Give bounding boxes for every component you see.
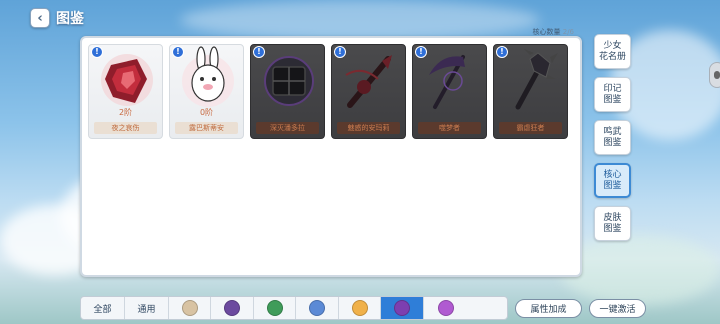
card-level: 0阶 — [199, 108, 214, 117]
back-button[interactable]: ‹ — [30, 8, 50, 28]
tab-sigil-codex[interactable]: 印记 图鉴 — [594, 77, 631, 112]
core-card[interactable]: ! 2阶 夜之哀伤 — [88, 44, 163, 139]
card-level: 2阶 — [118, 108, 133, 117]
tab-roster[interactable]: 少女 花名册 — [594, 34, 631, 69]
violet-star-icon — [224, 300, 240, 316]
core-card[interactable]: ! 深灭潘多拉 — [250, 44, 325, 139]
core-count-value: 2/6 — [562, 28, 574, 36]
filter-common[interactable]: 通用 — [125, 297, 169, 319]
purple-crest-icon — [394, 300, 410, 316]
sun-burst-icon — [351, 300, 368, 316]
alert-icon: ! — [253, 46, 265, 58]
core-card[interactable]: ! 0阶 露巴斯蒂安 — [169, 44, 244, 139]
card-name: 魅惑的安玛莉 — [337, 122, 400, 134]
alert-icon: ! — [496, 46, 508, 58]
alert-icon: ! — [172, 46, 184, 58]
card-name: 深灭潘多拉 — [256, 122, 319, 134]
filter-violet[interactable] — [211, 297, 254, 319]
alert-icon: ! — [415, 46, 427, 58]
card-name: 夜之哀伤 — [94, 122, 157, 134]
filter-leaf[interactable] — [254, 297, 296, 319]
core-card[interactable]: ! 霸虐狂者 — [493, 44, 568, 139]
card-name: 露巴斯蒂安 — [175, 122, 238, 134]
filter-orb[interactable] — [424, 297, 467, 319]
attribute-bonus-button[interactable]: 属性加成 — [515, 299, 582, 318]
moon-sigil-icon — [181, 300, 198, 316]
alert-icon: ! — [334, 46, 346, 58]
filter-bar: 全部 通用 — [80, 296, 508, 320]
collection-panel: ! 2阶 夜之哀伤 ! 0阶 露巴斯蒂安 ! 深灭潘多拉 ! 魅惑的安玛莉 ! … — [80, 36, 582, 277]
chevron-left-icon: ‹ — [37, 10, 43, 26]
filter-all[interactable]: 全部 — [81, 297, 125, 319]
filter-sun[interactable] — [339, 297, 381, 319]
side-drawer-handle[interactable] — [709, 62, 720, 88]
card-name: 霸虐狂者 — [499, 122, 562, 134]
magenta-orb-icon — [437, 300, 454, 316]
card-name: 噬梦者 — [418, 122, 481, 134]
filter-shield[interactable] — [296, 297, 339, 319]
shield-gem-icon — [309, 300, 325, 316]
tab-skin-codex[interactable]: 皮肤 图鉴 — [594, 206, 631, 241]
leaf-swirl-icon — [266, 300, 283, 316]
alert-icon: ! — [91, 46, 103, 58]
filter-moon[interactable] — [169, 297, 211, 319]
core-count-label: 核心数量 — [532, 28, 561, 36]
tab-weapon-codex[interactable]: 鸣武 图鉴 — [594, 120, 631, 155]
tab-core-codex[interactable]: 核心 图鉴 — [594, 163, 631, 198]
core-card[interactable]: ! 噬梦者 — [412, 44, 487, 139]
one-click-activate-button[interactable]: 一键激活 — [589, 299, 646, 318]
filter-crest[interactable] — [381, 297, 424, 319]
header: ‹ 图鉴 — [30, 8, 84, 28]
page-title: 图鉴 — [56, 11, 84, 27]
core-card[interactable]: ! 魅惑的安玛莉 — [331, 44, 406, 139]
